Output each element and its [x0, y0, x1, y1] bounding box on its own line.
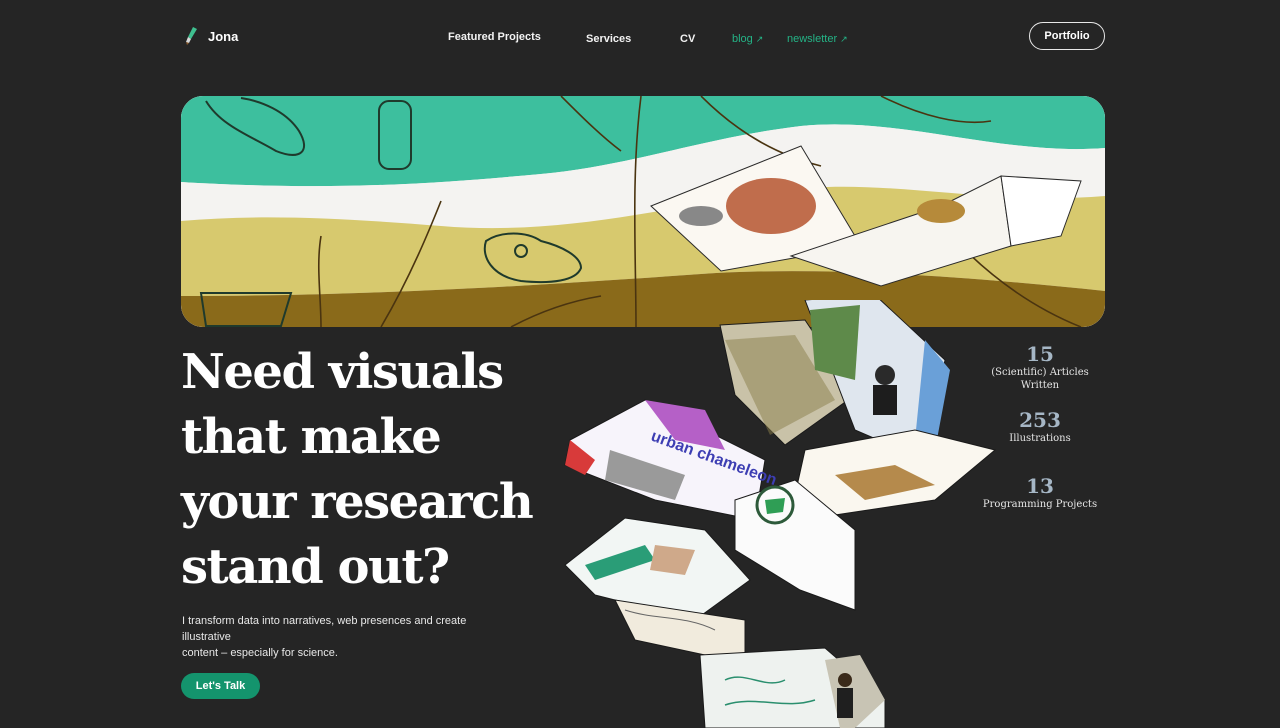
external-link-icon: ↗ [840, 34, 848, 44]
stat-value: 15 [1026, 342, 1054, 366]
hero-subtext: I transform data into narratives, web pr… [182, 613, 512, 661]
hero-headline: Need visuals that make your research sta… [181, 340, 541, 600]
headline-line: that make [181, 409, 442, 465]
nav-newsletter[interactable]: newsletter ↗ [787, 33, 848, 45]
nav-blog-label: blog [732, 33, 753, 45]
brush-icon [186, 27, 197, 45]
top-navigation: Jona Featured Projects Services CV blog ↗… [0, 0, 1280, 76]
nav-newsletter-label: newsletter [787, 33, 838, 45]
nav-featured-projects[interactable]: Featured Projects [448, 31, 541, 43]
headline-line: your research [181, 474, 534, 530]
stat-label: Illustrations [1009, 433, 1071, 444]
external-link-icon: ↗ [755, 34, 764, 44]
stat-value: 253 [1019, 408, 1061, 432]
nav-cv[interactable]: CV [680, 33, 695, 45]
brand-logo[interactable]: Jona [184, 26, 238, 46]
lets-talk-button[interactable]: Let's Talk [181, 673, 260, 699]
stat-value: 13 [1026, 474, 1054, 498]
portfolio-button[interactable]: Portfolio [1029, 22, 1105, 50]
nav-blog[interactable]: blog ↗ [732, 33, 763, 45]
stat-label: (Scientific) Articles Written [991, 367, 1089, 391]
subtext-line: I transform data into narratives, web pr… [182, 615, 467, 643]
stat-programming-projects: 13 Programming Projects [975, 474, 1105, 511]
headline-line: Need visuals [181, 344, 504, 400]
subtext-line: content – especially for science. [182, 647, 338, 659]
stat-articles: 15 (Scientific) Articles Written [975, 342, 1105, 392]
hero-banner-illustration [181, 96, 1105, 327]
stat-illustrations: 253 Illustrations [975, 408, 1105, 445]
stat-label: Programming Projects [982, 499, 1098, 510]
nav-services[interactable]: Services [586, 33, 631, 45]
project-collage-illustration: urban chameleon [555, 300, 1005, 728]
headline-line: stand out? [181, 539, 450, 595]
brand-name: Jona [208, 28, 239, 44]
